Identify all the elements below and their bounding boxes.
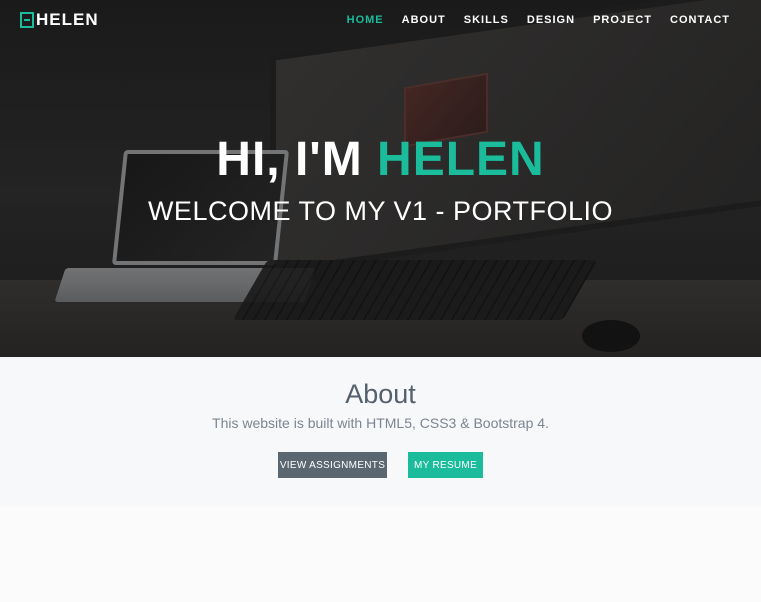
hero-title-name: HELEN xyxy=(377,133,545,186)
hero-subtitle: WELCOME TO MY V1 - PORTFOLIO xyxy=(147,196,614,226)
about-description: This website is built with HTML5, CSS3 &… xyxy=(212,415,549,431)
logo-h-icon xyxy=(20,12,34,28)
hero-section: HELEN HOME ABOUT SKILLS DESIGN PROJECT C… xyxy=(0,0,761,357)
nav-item-design[interactable]: DESIGN xyxy=(527,14,575,26)
nav-item-skills[interactable]: SKILLS xyxy=(464,14,509,26)
nav-menu: HOME ABOUT SKILLS DESIGN PROJECT CONTACT xyxy=(347,14,730,26)
nav-item-project[interactable]: PROJECT xyxy=(593,14,652,26)
my-resume-button[interactable]: MY RESUME xyxy=(408,452,483,478)
nav-item-about[interactable]: ABOUT xyxy=(402,14,446,26)
nav-item-contact[interactable]: CONTACT xyxy=(670,14,730,26)
nav-item-home[interactable]: HOME xyxy=(347,14,384,26)
hero-title-prefix: HI, I'M xyxy=(216,133,363,186)
view-assignments-button[interactable]: VIEW ASSIGNMENTS xyxy=(278,452,387,478)
hero-title: HI, I'M HELEN xyxy=(0,132,761,187)
logo-text: HELEN xyxy=(36,10,99,29)
about-section: About This website is built with HTML5, … xyxy=(0,357,761,507)
top-navbar: HELEN HOME ABOUT SKILLS DESIGN PROJECT C… xyxy=(0,0,761,40)
about-title: About xyxy=(345,379,416,409)
brand-logo[interactable]: HELEN xyxy=(20,10,99,30)
lower-section xyxy=(0,507,761,602)
